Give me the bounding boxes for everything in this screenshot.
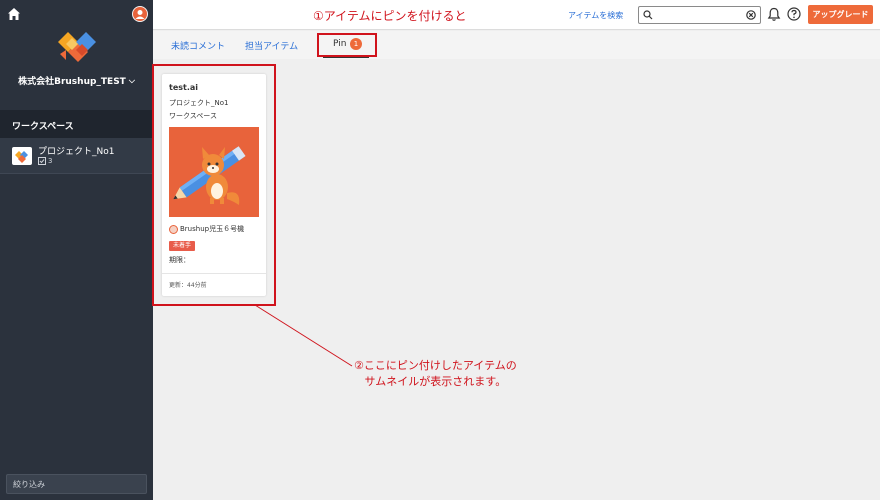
filter-input[interactable]: 絞り込み <box>6 474 147 494</box>
item-deadline: 期限： <box>169 256 190 264</box>
item-project: プロジェクト_No1 <box>169 99 229 107</box>
item-assignee: Brushup児玉６号機 <box>169 224 244 234</box>
brushup-logo <box>58 32 96 62</box>
annotation-step2-line1: ②ここにピン付けしたアイテムの <box>354 359 517 372</box>
search-input[interactable] <box>638 6 761 24</box>
tab-assigned-items[interactable]: 担当アイテム <box>245 39 298 52</box>
user-avatar[interactable] <box>132 6 148 22</box>
project-thumbnail-icon <box>12 147 32 165</box>
status-badge: 未着手 <box>169 241 196 251</box>
card-divider <box>162 273 266 274</box>
annotation-highlight-tab <box>317 33 377 57</box>
chevron-down-icon: ⌵ <box>128 75 135 85</box>
assignee-name: Brushup児玉６号機 <box>180 225 245 233</box>
help-icon[interactable] <box>787 7 801 21</box>
tab-unread-comments[interactable]: 未読コメント <box>171 39 225 52</box>
annotation-step2-line2: サムネイルが表示されます。 <box>364 375 507 388</box>
annotation-step2: ②ここにピン付けしたアイテムの サムネイルが表示されます。 <box>354 358 517 390</box>
bell-icon[interactable] <box>767 7 781 22</box>
annotation-step1: ①アイテムにピンを付けると <box>313 9 467 23</box>
search-icon <box>643 10 653 20</box>
workspace-header: ワークスペース <box>0 110 153 138</box>
search-items-link[interactable]: アイテムを検索 <box>568 10 623 21</box>
upgrade-button[interactable]: アップグレード <box>808 5 873 24</box>
project-name: プロジェクト_No1 <box>38 147 115 157</box>
clear-icon[interactable] <box>746 10 756 20</box>
checklist-icon <box>38 157 46 165</box>
sidebar-topbar <box>0 0 153 30</box>
fox-pencil-illustration <box>169 127 259 217</box>
item-thumbnail[interactable] <box>169 127 259 217</box>
sidebar: 株式会社Brushup_TEST ⌵ ワークスペース プロジェクト_No1 3 … <box>0 0 153 500</box>
home-icon[interactable] <box>7 7 21 21</box>
project-item-count: 3 <box>38 157 52 165</box>
tab-bar: 未読コメント 担当アイテム Pin 1 <box>153 31 880 59</box>
top-bar: ①アイテムにピンを付けると アイテムを検索 アップグレード <box>153 0 880 30</box>
company-selector[interactable]: 株式会社Brushup_TEST ⌵ <box>0 74 153 88</box>
company-name: 株式会社Brushup_TEST <box>18 77 126 87</box>
item-workspace: ワークスペース <box>169 112 217 120</box>
sidebar-item-project[interactable]: プロジェクト_No1 3 <box>0 138 153 174</box>
project-count-value: 3 <box>48 157 53 165</box>
item-title: test.ai <box>169 83 199 92</box>
item-updated: 更新：44分前 <box>169 282 207 289</box>
assignee-avatar <box>169 224 178 234</box>
pinned-item-card[interactable]: test.ai プロジェクト_No1 ワークスペース Brushup児玉６号機 … <box>162 74 266 296</box>
